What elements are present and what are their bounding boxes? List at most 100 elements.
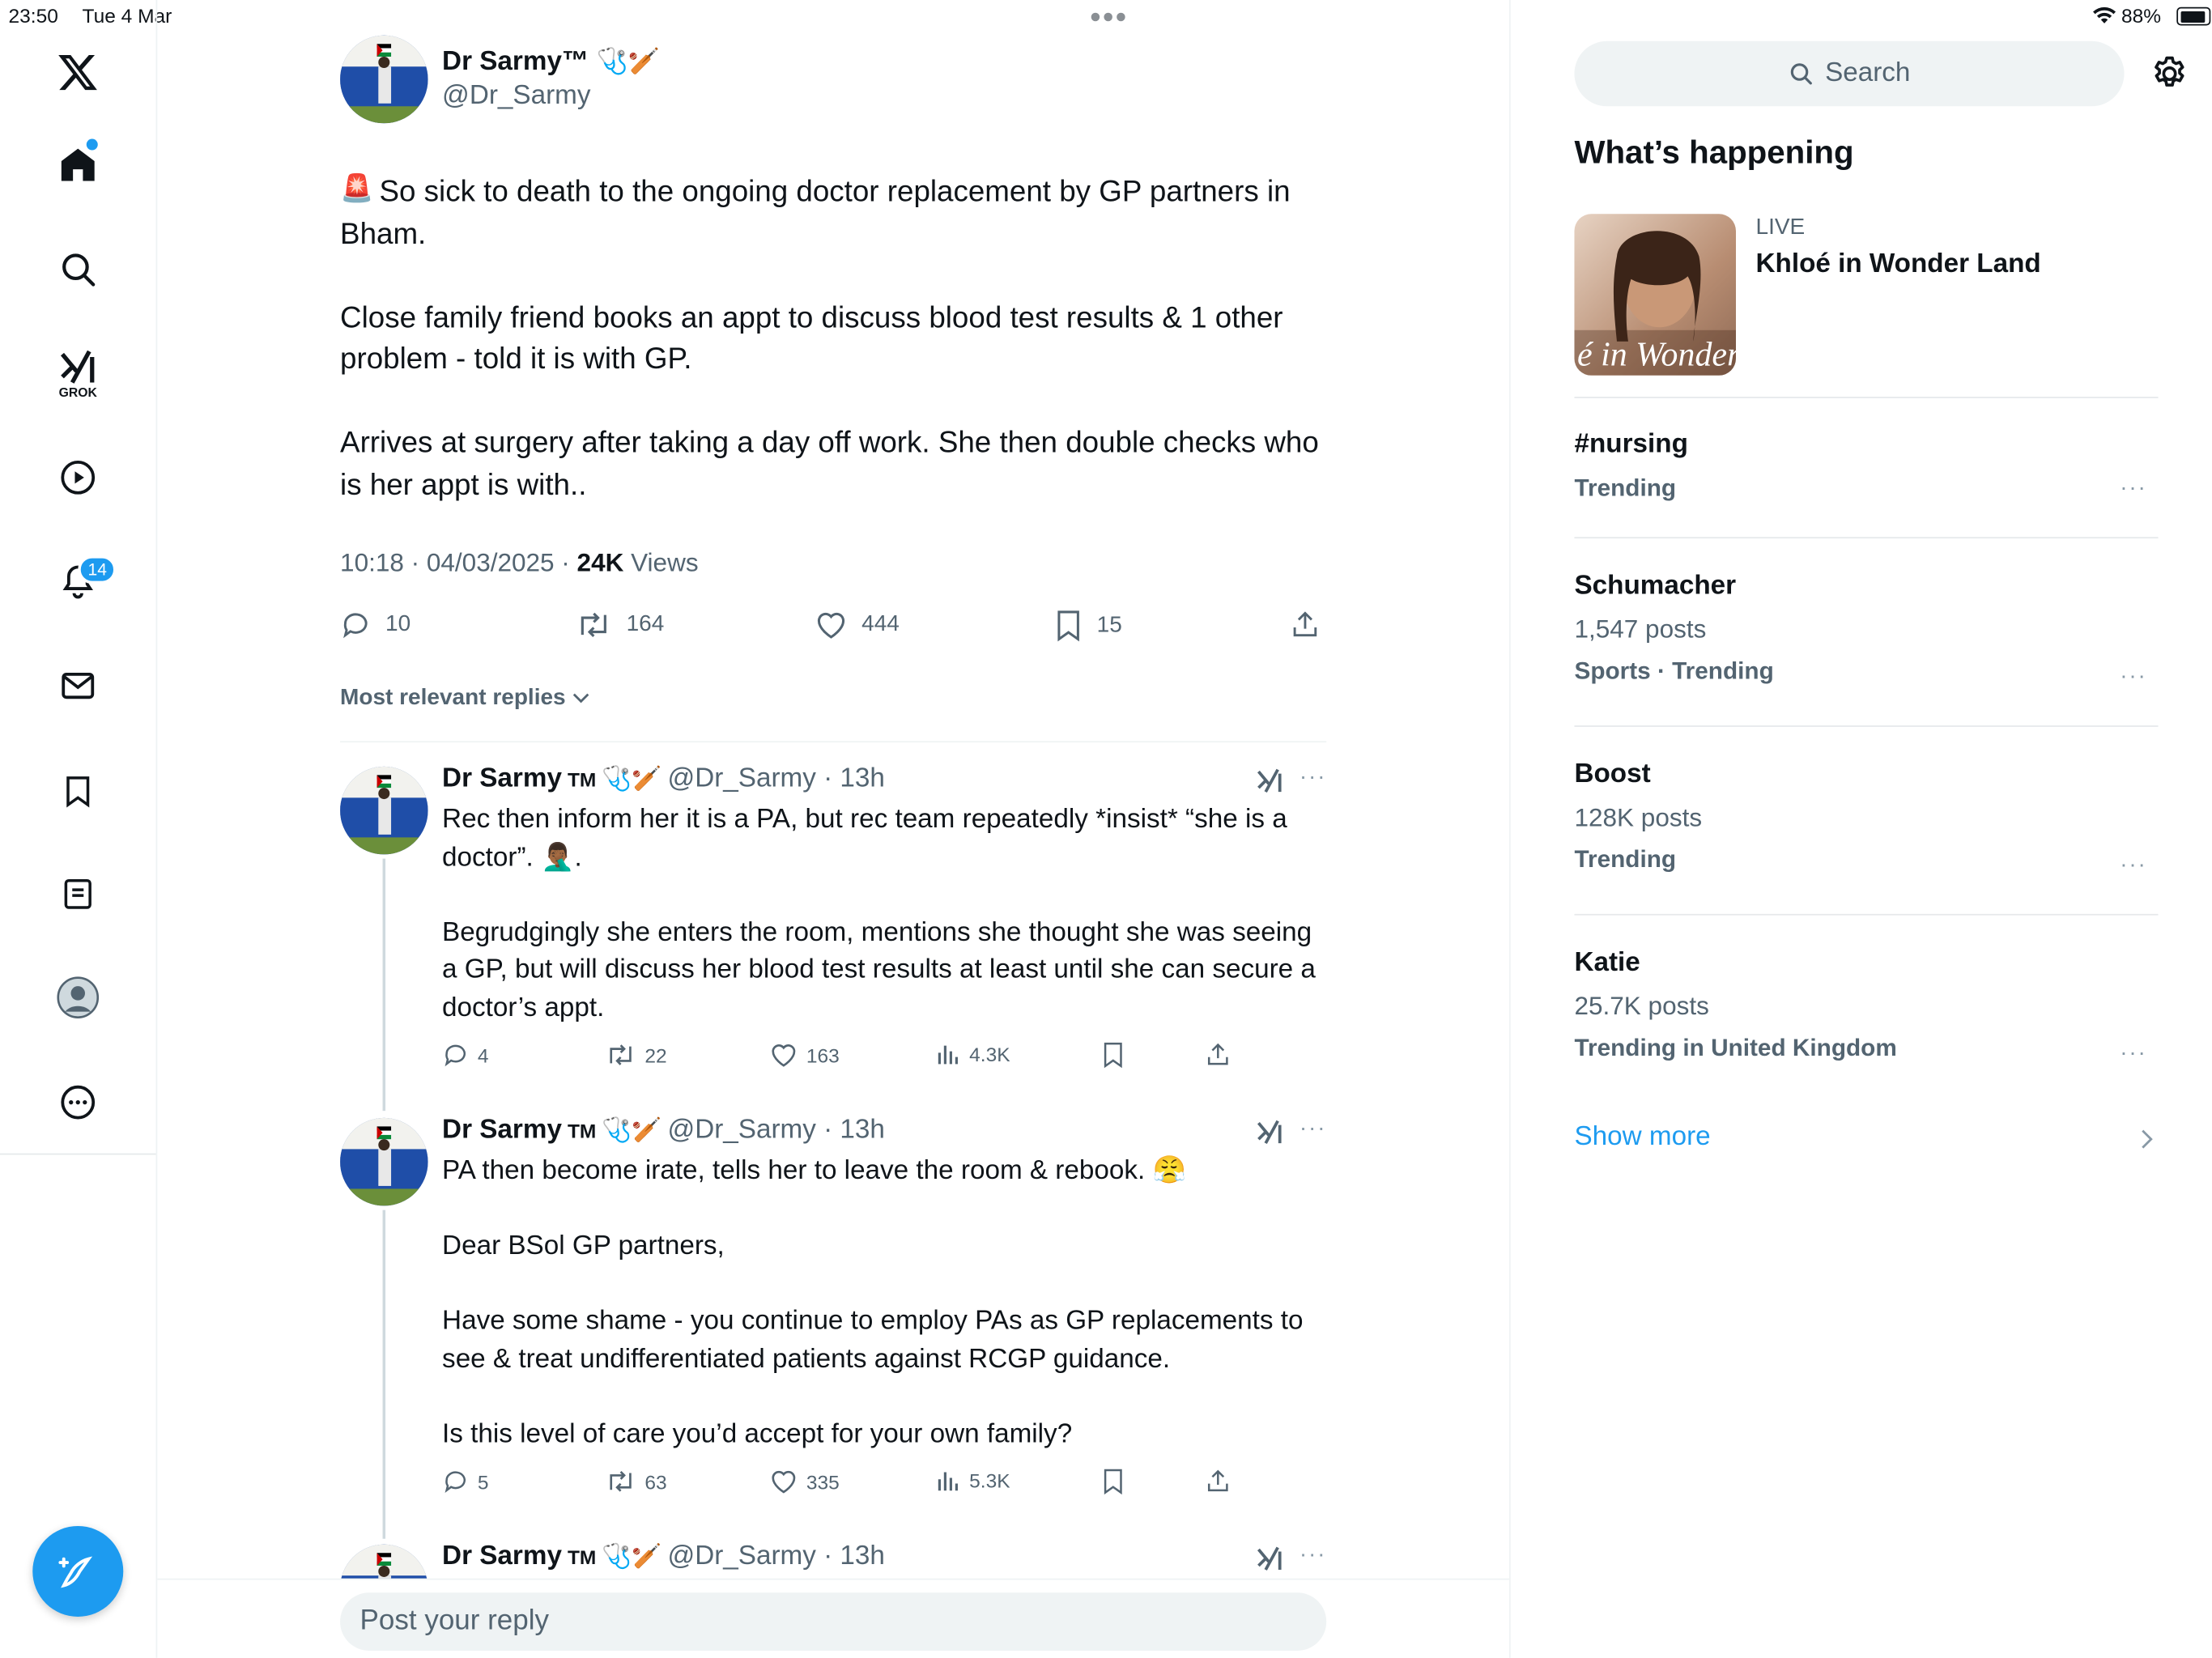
like-button[interactable]: 444: [815, 610, 900, 641]
views-count: 24K: [576, 548, 624, 577]
reply-like-button[interactable]: 163: [769, 1041, 840, 1068]
share-icon[interactable]: [1290, 610, 1321, 641]
composer-divider: [157, 1578, 1509, 1580]
divider: [1574, 397, 2159, 398]
reply-author-name[interactable]: Dr Sarmy: [442, 1541, 562, 1573]
chevron-right-icon[interactable]: [2142, 1129, 2155, 1150]
trend-more-options-icon[interactable]: ···: [2120, 853, 2146, 879]
stethoscope-cricket-emoji-icon: 🩺🏏: [602, 765, 662, 793]
search-icon[interactable]: [49, 241, 106, 298]
reply-author-name[interactable]: Dr Sarmy: [442, 1115, 562, 1146]
repost-count: 164: [626, 612, 665, 636]
like-count: 444: [861, 612, 900, 636]
stethoscope-cricket-emoji-icon: 🩺🏏: [596, 46, 660, 75]
video-play-icon[interactable]: [49, 449, 106, 506]
trend-title: Schumacher: [1574, 571, 1737, 602]
views-label: Views: [623, 548, 699, 577]
reply-bookmark-icon[interactable]: [1101, 1468, 1125, 1495]
trend-more-options-icon[interactable]: ···: [2120, 1041, 2146, 1067]
reply-reply-button[interactable]: 4: [442, 1041, 488, 1068]
reply-handle-time[interactable]: @Dr_Sarmy · 13h: [667, 1541, 884, 1573]
trend-title: Katie: [1574, 947, 1640, 978]
trend-item[interactable]: Schumacher 1,547 posts Sports · Trending: [1574, 571, 1773, 686]
reply-author-name[interactable]: Dr Sarmy: [442, 763, 562, 795]
home-unread-dot: [86, 138, 98, 151]
reply-handle-time[interactable]: @Dr_Sarmy · 13h: [667, 763, 884, 795]
more-options-icon[interactable]: ···: [1300, 1543, 1326, 1569]
reply-repost-button[interactable]: 22: [605, 1041, 667, 1068]
post-body: 🚨 So sick to death to the ongoing doctor…: [340, 172, 1332, 506]
repost-button[interactable]: 164: [576, 610, 665, 641]
reply-like-button[interactable]: 335: [769, 1468, 840, 1494]
grok-explain-icon[interactable]: [1256, 1545, 1284, 1573]
bookmarks-icon[interactable]: [49, 763, 106, 819]
reply-avatar[interactable]: [340, 1544, 428, 1579]
live-title[interactable]: Khloé in Wonder Land: [1755, 249, 2040, 281]
divider: [1574, 725, 2159, 727]
reply-header: Dr Sarmy TM 🩺🏏 @Dr_Sarmy · 13h: [442, 763, 885, 795]
author-handle[interactable]: @Dr_Sarmy: [442, 81, 590, 113]
lists-icon[interactable]: [49, 865, 106, 922]
sort-replies-label: Most relevant replies: [340, 686, 566, 710]
reply-3-clip: Dr Sarmy TM 🩺🏏 @Dr_Sarmy · 13h ···: [157, 1530, 1509, 1579]
live-title-text: Khloé in Wonder Land: [1755, 249, 2041, 279]
more-options-icon[interactable]: ···: [1300, 1116, 1326, 1142]
reply-views-button[interactable]: 4.3K: [935, 1041, 1010, 1067]
sort-replies-dropdown[interactable]: Most relevant replies: [340, 686, 589, 712]
more-options-circle-icon[interactable]: [49, 1074, 106, 1131]
reply-views-button[interactable]: 5.3K: [935, 1468, 1010, 1494]
grok-icon[interactable]: GROK: [49, 343, 106, 406]
reply-avatar[interactable]: [340, 1117, 428, 1206]
settings-gear-icon[interactable]: [2150, 54, 2189, 94]
left-nav: GROK 14: [0, 0, 158, 1658]
trend-posts: 25.7K posts: [1574, 992, 1709, 1021]
author-avatar[interactable]: [340, 35, 428, 124]
reply-reply-button[interactable]: 5: [442, 1468, 488, 1494]
bookmark-button[interactable]: 15: [1054, 610, 1122, 642]
live-thumbnail[interactable]: é in Wonder L: [1574, 214, 1736, 376]
author-name-text: Dr Sarmy™: [442, 46, 589, 77]
trend-item[interactable]: #nursing Trending: [1574, 429, 1687, 503]
trend-item[interactable]: Boost 128K posts Trending: [1574, 759, 1702, 874]
stethoscope-cricket-emoji-icon: 🩺🏏: [602, 1542, 662, 1571]
reply-reply-count: 4: [477, 1044, 489, 1067]
trend-more-options-icon[interactable]: ···: [2120, 476, 2146, 502]
grok-explain-icon[interactable]: [1256, 1118, 1284, 1146]
reply-bookmark-icon[interactable]: [1101, 1041, 1125, 1069]
trend-posts: 128K posts: [1574, 803, 1703, 832]
thread-connector-line: [382, 858, 386, 1112]
reply-handle-time[interactable]: @Dr_Sarmy · 13h: [667, 1115, 884, 1146]
author-name[interactable]: Dr Sarmy™ 🩺🏏: [442, 47, 660, 79]
show-more-link[interactable]: Show more: [1574, 1122, 1710, 1154]
post-reply-input[interactable]: Post your reply: [340, 1592, 1327, 1651]
trend-meta: Sports · Trending: [1574, 657, 1774, 685]
reply-button[interactable]: 10: [340, 610, 410, 641]
trend-more-options-icon[interactable]: ···: [2120, 665, 2146, 691]
grok-explain-icon[interactable]: [1256, 767, 1284, 795]
home-icon[interactable]: [49, 136, 106, 193]
search-input[interactable]: Search: [1574, 40, 2125, 107]
profile-avatar-icon[interactable]: [49, 969, 106, 1026]
reply-repost-count: 22: [644, 1044, 667, 1067]
compose-post-button[interactable]: [32, 1525, 124, 1617]
trend-item[interactable]: Katie 25.7K posts Trending in United Kin…: [1574, 948, 1896, 1063]
post-text: So sick to death to the ongoing doctor r…: [340, 176, 1319, 501]
divider: [1574, 913, 2159, 916]
live-badge: LIVE: [1755, 215, 1806, 240]
reply-share-icon[interactable]: [1205, 1041, 1231, 1068]
reply-share-icon[interactable]: [1205, 1468, 1231, 1494]
chevron-down-icon: [573, 693, 589, 704]
x-logo-icon[interactable]: [49, 44, 106, 100]
reply-header: Dr Sarmy TM 🩺🏏 @Dr_Sarmy · 13h: [442, 1541, 885, 1573]
reply-like-count: 163: [806, 1044, 840, 1067]
messages-envelope-icon[interactable]: [49, 657, 106, 714]
tm-mark: TM: [567, 1119, 597, 1142]
divider: [1574, 537, 2159, 539]
reply-repost-button[interactable]: 63: [605, 1468, 667, 1494]
more-options-icon[interactable]: ···: [1300, 765, 1326, 791]
reply-avatar[interactable]: [340, 766, 428, 855]
trend-title: Boost: [1574, 759, 1651, 789]
post-timestamp[interactable]: 10:18 · 04/03/2025 ·: [340, 548, 577, 576]
reply-views-count: 5.3K: [969, 1469, 1010, 1492]
post-metadata: 10:18 · 04/03/2025 · 24K Views: [340, 548, 699, 578]
